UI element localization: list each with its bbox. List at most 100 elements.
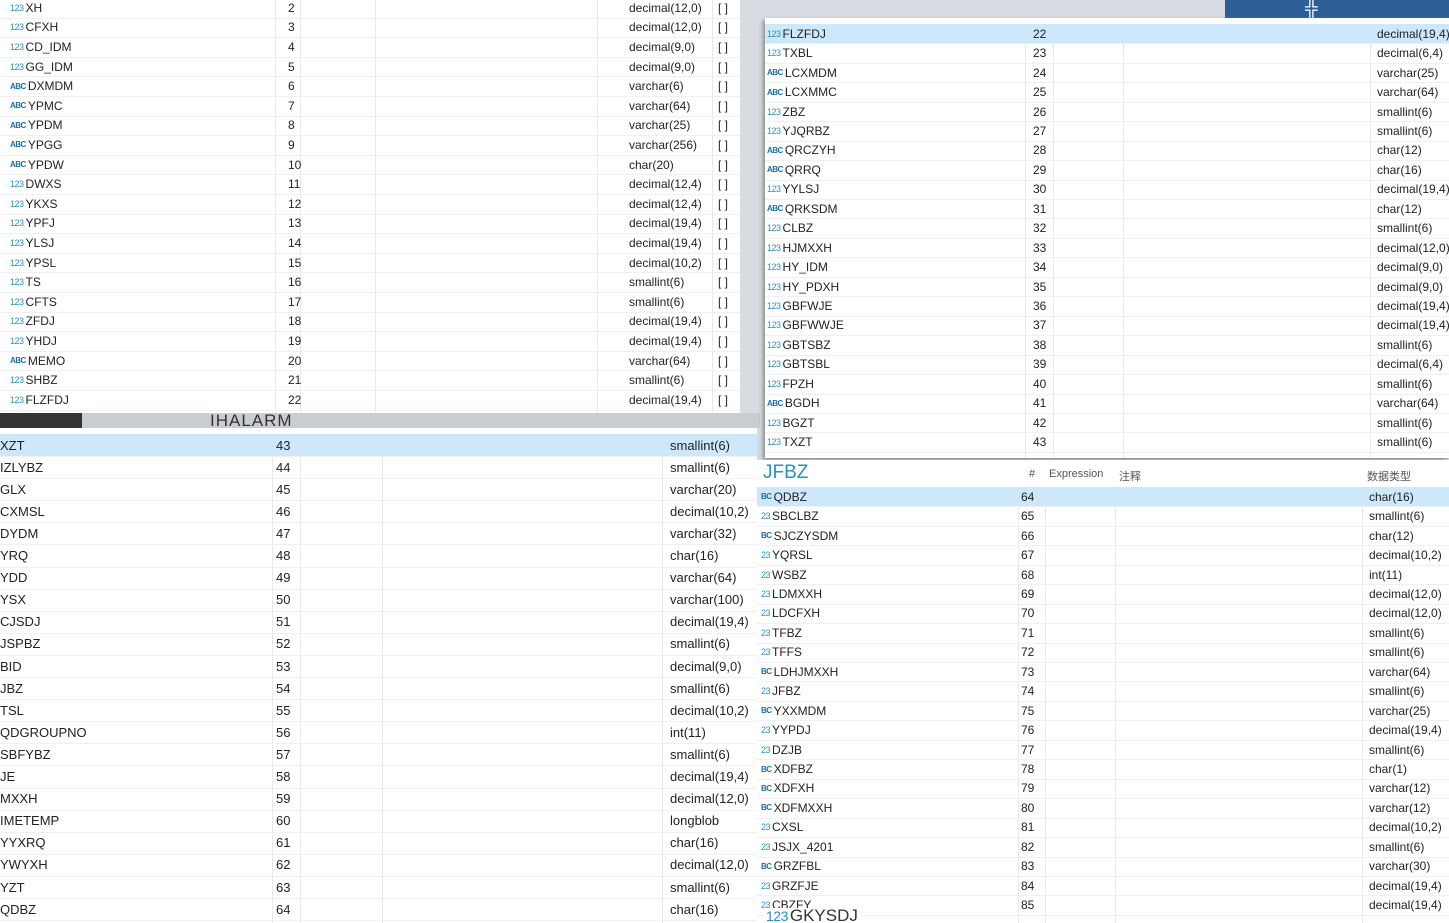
column-row[interactable]: 123 YLSJ 14 decimal(19,4) [ ]	[0, 233, 740, 254]
column-row[interactable]: 123 HY_IDM 34 decimal(9,0)	[765, 257, 1449, 278]
column-row[interactable]: YZT 63 smallint(6)	[0, 876, 757, 900]
column-row[interactable]: CXMSL 46 decimal(10,2)	[0, 500, 757, 524]
column-row[interactable]: ABC YPMC 7 varchar(64) [ ]	[0, 96, 740, 117]
not-null-checkbox[interactable]: [ ]	[718, 331, 728, 351]
column-row[interactable]: ABC LCXMMC 25 varchar(64)	[765, 82, 1449, 103]
column-row[interactable]: JE 58 decimal(19,4)	[0, 766, 757, 789]
column-row[interactable]: 123 CFTS 17 smallint(6) [ ]	[0, 292, 740, 313]
column-row[interactable]: 23 TFBZ 71 smallint(6)	[757, 623, 1449, 644]
column-row[interactable]: BC XDFBZ 78 char(1)	[757, 759, 1449, 780]
not-null-checkbox[interactable]: [ ]	[718, 135, 728, 155]
column-row[interactable]: 23 JSJX_4201 82 smallint(6)	[757, 837, 1449, 858]
column-row[interactable]: 123 FPZH 40 smallint(6)	[765, 374, 1449, 395]
not-null-checkbox[interactable]: [ ]	[718, 233, 728, 253]
column-row[interactable]: 23 LDMXXH 69 decimal(12,0)	[757, 584, 1449, 605]
not-null-checkbox[interactable]: [ ]	[718, 312, 728, 332]
column-row[interactable]: 123 YPFJ 13 decimal(19,4) [ ]	[0, 214, 740, 235]
not-null-checkbox[interactable]: [ ]	[718, 155, 728, 175]
column-row[interactable]: 23 LDCFXH 70 decimal(12,0)	[757, 604, 1449, 625]
not-null-checkbox[interactable]: [ ]	[718, 253, 728, 273]
column-row[interactable]: 23 GRZFJE 84 decimal(19,4)	[757, 876, 1449, 897]
column-row[interactable]: ABC MEMO 20 varchar(64) [ ]	[0, 351, 740, 372]
column-row[interactable]: 123 HJMXXH 33 decimal(12,0)	[765, 238, 1449, 259]
column-row[interactable]: 123 CD_IDM 4 decimal(9,0) [ ]	[0, 37, 740, 58]
column-row[interactable]: 123 ZFDJ 18 decimal(19,4) [ ]	[0, 312, 740, 333]
not-null-checkbox[interactable]: [ ]	[718, 370, 728, 390]
column-row[interactable]: 23 YYPDJ 76 decimal(19,4)	[757, 720, 1449, 741]
column-row[interactable]: ABC YPDW 10 char(20) [ ]	[0, 155, 740, 176]
column-row[interactable]: YSX 50 varchar(100)	[0, 589, 757, 612]
column-row[interactable]: 123 TXBL 23 decimal(6,4)	[765, 43, 1449, 64]
column-row[interactable]: YYXRQ 61 char(16)	[0, 832, 757, 855]
column-row[interactable]: ABC QRRQ 29 char(16)	[765, 160, 1449, 181]
column-row[interactable]: XZT 43 smallint(6)	[0, 434, 757, 458]
column-row[interactable]: QDBZ 64 char(16)	[0, 898, 757, 922]
column-row[interactable]: YWYXH 62 decimal(12,0)	[0, 854, 757, 877]
column-row[interactable]: 123 SHBZ 21 smallint(6) [ ]	[0, 370, 740, 391]
column-row[interactable]: 123 GBTSBZ 38 smallint(6)	[765, 335, 1449, 356]
column-row[interactable]: 23 TFFS 72 smallint(6)	[757, 643, 1449, 664]
column-row[interactable]: 123 CLBZ 32 smallint(6)	[765, 219, 1449, 239]
column-row[interactable]: BC QDBZ 64 char(16)	[757, 487, 1449, 508]
column-row[interactable]: 123 GBFWJE 36 decimal(19,4)	[765, 296, 1449, 317]
column-row[interactable]: 123 BGZT 42 smallint(6)	[765, 413, 1449, 434]
column-row[interactable]: BC SJCZYSDM 66 char(12)	[757, 526, 1449, 547]
column-row[interactable]: CJSDJ 51 decimal(19,4)	[0, 611, 757, 634]
column-row[interactable]: TSL 55 decimal(10,2)	[0, 699, 757, 723]
column-row[interactable]: 123 DWXS 11 decimal(12,4) [ ]	[0, 174, 740, 195]
column-row[interactable]: 123 HY_PDXH 35 decimal(9,0)	[765, 277, 1449, 298]
not-null-checkbox[interactable]: [ ]	[718, 18, 728, 38]
column-row[interactable]: ABC BGDH 41 varchar(64)	[765, 394, 1449, 414]
column-row[interactable]: MXXH 59 decimal(12,0)	[0, 788, 757, 811]
column-row[interactable]: JSPBZ 52 smallint(6)	[0, 633, 757, 656]
not-null-checkbox[interactable]: [ ]	[718, 390, 728, 410]
column-row[interactable]: 123 GBFWWJE 37 decimal(19,4)	[765, 316, 1449, 337]
column-row[interactable]: IMETEMP 60 longblob	[0, 810, 757, 833]
column-row[interactable]: 23 JFBZ 74 smallint(6)	[757, 682, 1449, 702]
not-null-checkbox[interactable]: [ ]	[718, 194, 728, 214]
not-null-checkbox[interactable]: [ ]	[718, 116, 728, 136]
column-row[interactable]: 123 GG_IDM 5 decimal(9,0) [ ]	[0, 57, 740, 78]
column-row[interactable]: 123 ZBZ 26 smallint(6)	[765, 102, 1449, 123]
not-null-checkbox[interactable]: [ ]	[718, 0, 728, 18]
not-null-checkbox[interactable]: [ ]	[718, 214, 728, 234]
column-row[interactable]: 23 YQRSL 67 decimal(10,2)	[757, 545, 1449, 566]
column-row[interactable]: 123 FLZFDJ 22 decimal(19,4)	[765, 24, 1449, 45]
not-null-checkbox[interactable]: [ ]	[718, 57, 728, 77]
column-row[interactable]: 123 TXZT 43 smallint(6)	[765, 432, 1449, 453]
column-row[interactable]: 23 DZJB 77 smallint(6)	[757, 740, 1449, 761]
not-null-checkbox[interactable]: [ ]	[718, 272, 728, 292]
column-row[interactable]: 123 YJQRBZ 27 smallint(6)	[765, 121, 1449, 142]
column-row[interactable]: ABC YPDM 8 varchar(25) [ ]	[0, 116, 740, 137]
column-row[interactable]: DYDM 47 varchar(32)	[0, 522, 757, 546]
column-row[interactable]: YRQ 48 char(16)	[0, 545, 757, 568]
column-row[interactable]: 123 YPSL 15 decimal(10,2) [ ]	[0, 253, 740, 274]
column-row[interactable]: BC YXXMDM 75 varchar(25)	[757, 701, 1449, 722]
column-row[interactable]: ABC LCXMDM 24 varchar(25)	[765, 63, 1449, 84]
not-null-checkbox[interactable]: [ ]	[718, 37, 728, 57]
column-row[interactable]: BC GRZFBL 83 varchar(30)	[757, 857, 1449, 877]
column-row[interactable]: IZLYBZ 44 smallint(6)	[0, 456, 757, 480]
column-row[interactable]: 123 FLZFDJ 22 decimal(19,4) [ ]	[0, 390, 740, 411]
column-row[interactable]: ABC QRKSDM 31 char(12)	[765, 199, 1449, 220]
not-null-checkbox[interactable]: [ ]	[718, 351, 728, 371]
column-row[interactable]: 123 YYLSJ 30 decimal(19,4)	[765, 180, 1449, 201]
column-row[interactable]: ABC QRCZYH 28 char(12)	[765, 141, 1449, 162]
column-row[interactable]: 123 YKXS 12 decimal(12,4) [ ]	[0, 194, 740, 215]
column-row[interactable]: 123 CFXH 3 decimal(12,0) [ ]	[0, 18, 740, 39]
column-row[interactable]: JBZ 54 smallint(6)	[0, 677, 757, 701]
column-row[interactable]: GLX 45 varchar(20)	[0, 478, 757, 502]
not-null-checkbox[interactable]: [ ]	[718, 96, 728, 116]
column-row[interactable]: BC XDFMXXH 80 varchar(12)	[757, 798, 1449, 819]
column-row[interactable]: SBFYBZ 57 smallint(6)	[0, 743, 757, 767]
column-row[interactable]: 23 SBCLBZ 65 smallint(6)	[757, 506, 1449, 527]
not-null-checkbox[interactable]: [ ]	[718, 174, 728, 194]
column-row[interactable]: BID 53 decimal(9,0)	[0, 655, 757, 679]
not-null-checkbox[interactable]: [ ]	[718, 292, 728, 312]
column-row[interactable]: 123 GBTSBL 39 decimal(6,4)	[765, 355, 1449, 376]
column-row[interactable]: 123 XH 2 decimal(12,0) [ ]	[0, 0, 740, 19]
column-row[interactable]: BC LDHJMXXH 73 varchar(64)	[757, 662, 1449, 683]
column-row[interactable]: 123 YHDJ 19 decimal(19,4) [ ]	[0, 331, 740, 352]
column-row[interactable]: 23 CXSL 81 decimal(10,2)	[757, 818, 1449, 839]
column-row[interactable]: YDD 49 varchar(64)	[0, 567, 757, 590]
